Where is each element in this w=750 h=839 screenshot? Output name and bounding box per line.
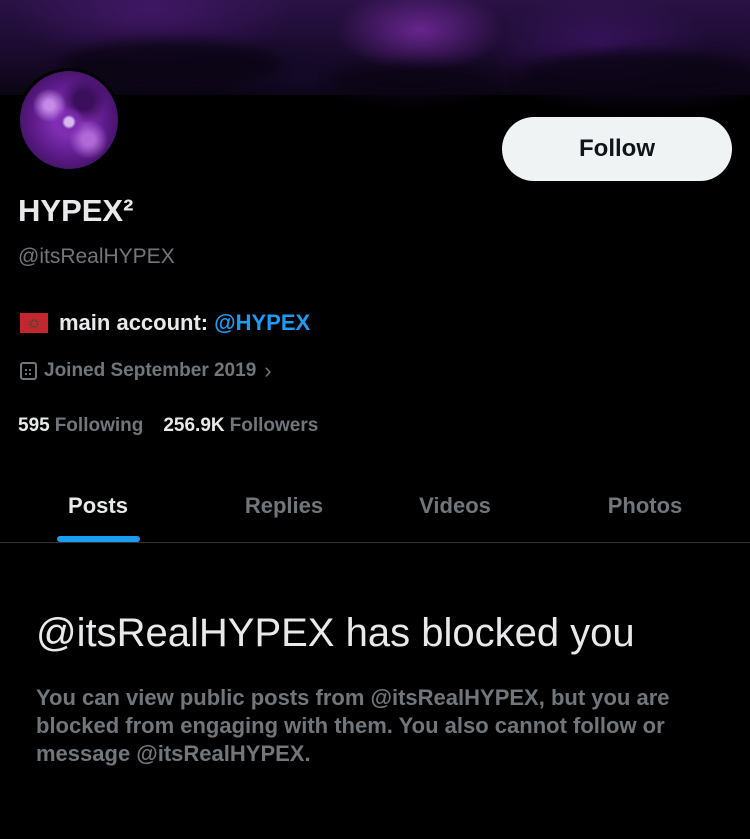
followers-count: 256.9K bbox=[163, 415, 225, 436]
profile-banner[interactable] bbox=[0, 0, 750, 105]
avatar[interactable] bbox=[17, 68, 121, 172]
chevron-right-icon: › bbox=[264, 358, 272, 383]
tab-replies[interactable]: Replies bbox=[214, 470, 354, 542]
tab-videos[interactable]: Videos bbox=[390, 470, 520, 542]
profile-stats: 595 Following 256.9K Followers bbox=[18, 415, 338, 437]
avatar-image bbox=[20, 71, 118, 169]
following-link[interactable]: 595 Following bbox=[18, 415, 143, 437]
joined-text: Joined September 2019 bbox=[44, 360, 257, 381]
profile-bio: ✩ main account: @HYPEX bbox=[20, 310, 310, 336]
following-label: Following bbox=[54, 415, 144, 436]
followers-label: Followers bbox=[229, 415, 319, 436]
bio-text: main account: bbox=[59, 310, 209, 335]
tab-posts[interactable]: Posts bbox=[38, 470, 158, 542]
blocked-description: You can view public posts from @itsRealH… bbox=[36, 685, 670, 766]
following-count: 595 bbox=[18, 415, 50, 436]
calendar-icon bbox=[20, 362, 37, 380]
bio-mention-link[interactable]: @HYPEX bbox=[214, 310, 310, 336]
profile-tabs: Posts Replies Videos Photos bbox=[0, 470, 750, 543]
morocco-flag-icon: ✩ bbox=[20, 313, 48, 333]
blocked-title: @itsRealHYPEX has blocked you bbox=[36, 611, 635, 655]
active-tab-indicator bbox=[57, 536, 140, 542]
follow-button[interactable]: Follow bbox=[502, 117, 732, 181]
tab-photos[interactable]: Photos bbox=[580, 470, 710, 542]
profile-handle: @itsRealHYPEX bbox=[18, 245, 175, 268]
joined-date[interactable]: Joined September 2019 › bbox=[20, 358, 272, 384]
followers-link[interactable]: 256.9K Followers bbox=[163, 415, 318, 437]
profile-name: HYPEX² bbox=[18, 193, 134, 228]
